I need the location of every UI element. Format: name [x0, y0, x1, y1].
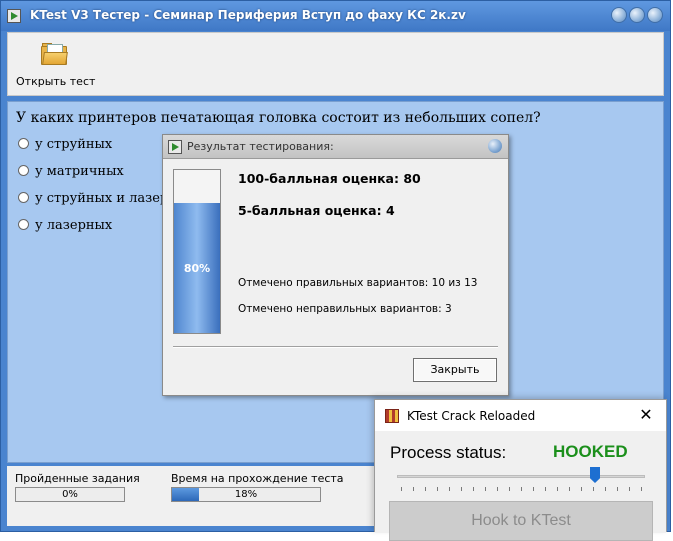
slider-ticks — [401, 487, 642, 492]
answer-option[interactable]: у лазерных — [18, 218, 112, 233]
score-progress-bar: 80% — [173, 169, 221, 334]
open-test-button[interactable]: Открыть тест — [16, 39, 96, 93]
question-text: У каких принтеров печатающая головка сос… — [16, 110, 541, 126]
open-test-label: Открыть тест — [16, 75, 96, 88]
title-bar[interactable]: KTest V3 Тестер - Семинар Периферия Всту… — [1, 1, 670, 31]
slider-tick — [581, 487, 582, 491]
crack-title-bar[interactable]: KTest Crack Reloaded ✕ — [375, 400, 666, 431]
slider-tick — [557, 487, 558, 491]
completed-tasks-value: 0% — [62, 489, 78, 500]
open-folder-icon — [41, 43, 68, 65]
radio-button[interactable] — [18, 219, 29, 230]
incorrect-marked: Отмечено неправильных вариантов: 3 — [238, 303, 452, 315]
score-5: 5-балльная оценка: 4 — [238, 203, 395, 218]
crack-body: Process status: HOOKED Hook to KTest — [375, 431, 666, 541]
slider-tick — [425, 487, 426, 491]
crack-window-title: KTest Crack Reloaded — [407, 409, 536, 423]
close-dialog-button[interactable]: Закрыть — [413, 358, 497, 382]
slider-tick — [509, 487, 510, 491]
completed-tasks-progress: 0% — [15, 487, 125, 502]
slider-tick — [497, 487, 498, 491]
slider-tick — [641, 487, 642, 491]
slider-track[interactable] — [397, 475, 645, 478]
app-icon — [168, 140, 182, 154]
crack-window: KTest Crack Reloaded ✕ Process status: H… — [374, 399, 667, 541]
dialog-title-bar[interactable]: Результат тестирования: — [163, 135, 508, 159]
time-value: 18% — [234, 489, 258, 500]
process-status-value: HOOKED — [553, 442, 628, 461]
app-icon — [385, 409, 399, 423]
slider-tick — [629, 487, 630, 491]
slider-tick — [413, 487, 414, 491]
slider-tick — [449, 487, 450, 491]
app-icon — [7, 9, 21, 23]
answer-option[interactable]: у струйных — [18, 137, 112, 152]
option-label: у струйных — [35, 137, 113, 152]
correct-marked: Отмечено правильных вариантов: 10 из 13 — [238, 277, 478, 289]
slider-tick — [485, 487, 486, 491]
slider-tick — [593, 487, 594, 491]
close-button[interactable] — [647, 7, 663, 23]
time-progress: 18% — [171, 487, 321, 502]
slider-tick — [605, 487, 606, 491]
slider-tick — [521, 487, 522, 491]
slider-tick — [533, 487, 534, 491]
slider-tick — [401, 487, 402, 491]
option-label: у матричных — [35, 164, 124, 179]
hook-button[interactable]: Hook to KTest — [389, 501, 653, 541]
pin-icon[interactable] — [488, 139, 502, 153]
toolbar: Открыть тест — [7, 32, 664, 96]
maximize-button[interactable] — [629, 7, 645, 23]
minimize-button[interactable] — [611, 7, 627, 23]
slider-thumb[interactable] — [590, 467, 600, 483]
window-title: KTest V3 Тестер - Семинар Периферия Всту… — [30, 8, 466, 22]
answer-option[interactable]: у матричных — [18, 164, 124, 179]
slider-tick — [545, 487, 546, 491]
process-status-label: Process status: — [390, 443, 507, 462]
score-percent: 80% — [183, 262, 211, 275]
slider-tick — [617, 487, 618, 491]
slider-tick — [461, 487, 462, 491]
result-dialog: Результат тестирования: 80% 100-балльная… — [162, 134, 509, 396]
slider-tick — [473, 487, 474, 491]
radio-button[interactable] — [18, 138, 29, 149]
option-label: у лазерных — [35, 218, 113, 233]
dialog-title: Результат тестирования: — [187, 140, 334, 153]
slider-tick — [437, 487, 438, 491]
slider-tick — [569, 487, 570, 491]
divider — [173, 346, 498, 348]
radio-button[interactable] — [18, 192, 29, 203]
score-100: 100-балльная оценка: 80 — [238, 171, 421, 186]
completed-tasks-label: Пройденные задания — [15, 472, 140, 485]
time-label: Время на прохождение теста — [171, 472, 344, 485]
close-icon[interactable]: ✕ — [636, 405, 656, 425]
radio-button[interactable] — [18, 165, 29, 176]
